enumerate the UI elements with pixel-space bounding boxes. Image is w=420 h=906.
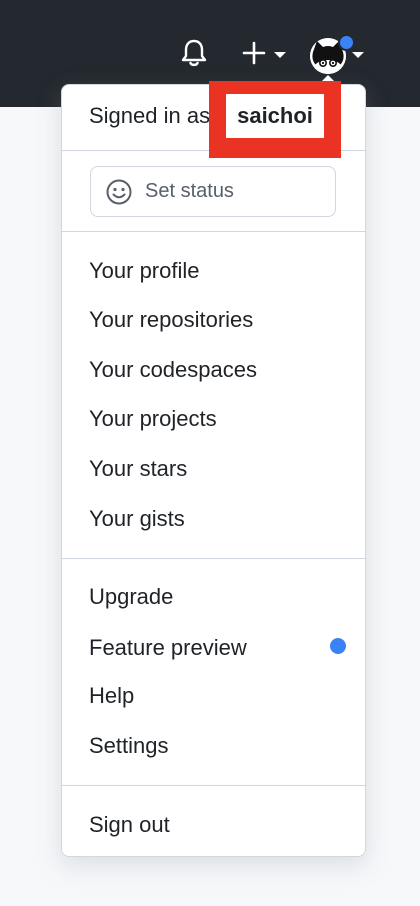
bell-icon (181, 39, 207, 67)
menu-item-upgrade[interactable]: Upgrade (89, 584, 173, 610)
chevron-down-icon (274, 52, 286, 58)
username[interactable]: saichoi (226, 94, 324, 138)
menu-item-settings[interactable]: Settings (89, 733, 169, 759)
menu-item-your-repositories[interactable]: Your repositories (89, 307, 253, 333)
set-status-label: Set status (145, 180, 234, 202)
feature-preview-dot (330, 638, 346, 654)
create-new-button[interactable] (240, 38, 290, 68)
signed-in-label: Signed in as (89, 103, 211, 128)
divider (62, 558, 365, 559)
menu-item-your-stars[interactable]: Your stars (89, 456, 187, 482)
notifications-button[interactable] (180, 38, 208, 68)
set-status-button[interactable]: Set status (90, 166, 336, 217)
smiley-icon (106, 179, 132, 204)
menu-item-your-gists[interactable]: Your gists (89, 506, 185, 532)
sign-out-button[interactable]: Sign out (89, 812, 170, 838)
user-menu-button[interactable] (310, 33, 370, 77)
menu-item-feature-preview[interactable]: Feature preview (89, 635, 247, 661)
divider (62, 785, 365, 786)
divider (62, 231, 365, 232)
menu-item-your-codespaces[interactable]: Your codespaces (89, 357, 257, 383)
user-dropdown-menu: Signed in as saichoi Set status Your pro… (61, 81, 366, 857)
username-highlight-box: saichoi (209, 81, 341, 158)
plus-icon (242, 41, 266, 65)
chevron-down-icon (352, 52, 364, 58)
notification-dot (338, 34, 355, 51)
menu-item-help[interactable]: Help (89, 683, 134, 709)
menu-item-your-profile[interactable]: Your profile (89, 258, 199, 284)
menu-item-your-projects[interactable]: Your projects (89, 406, 217, 432)
